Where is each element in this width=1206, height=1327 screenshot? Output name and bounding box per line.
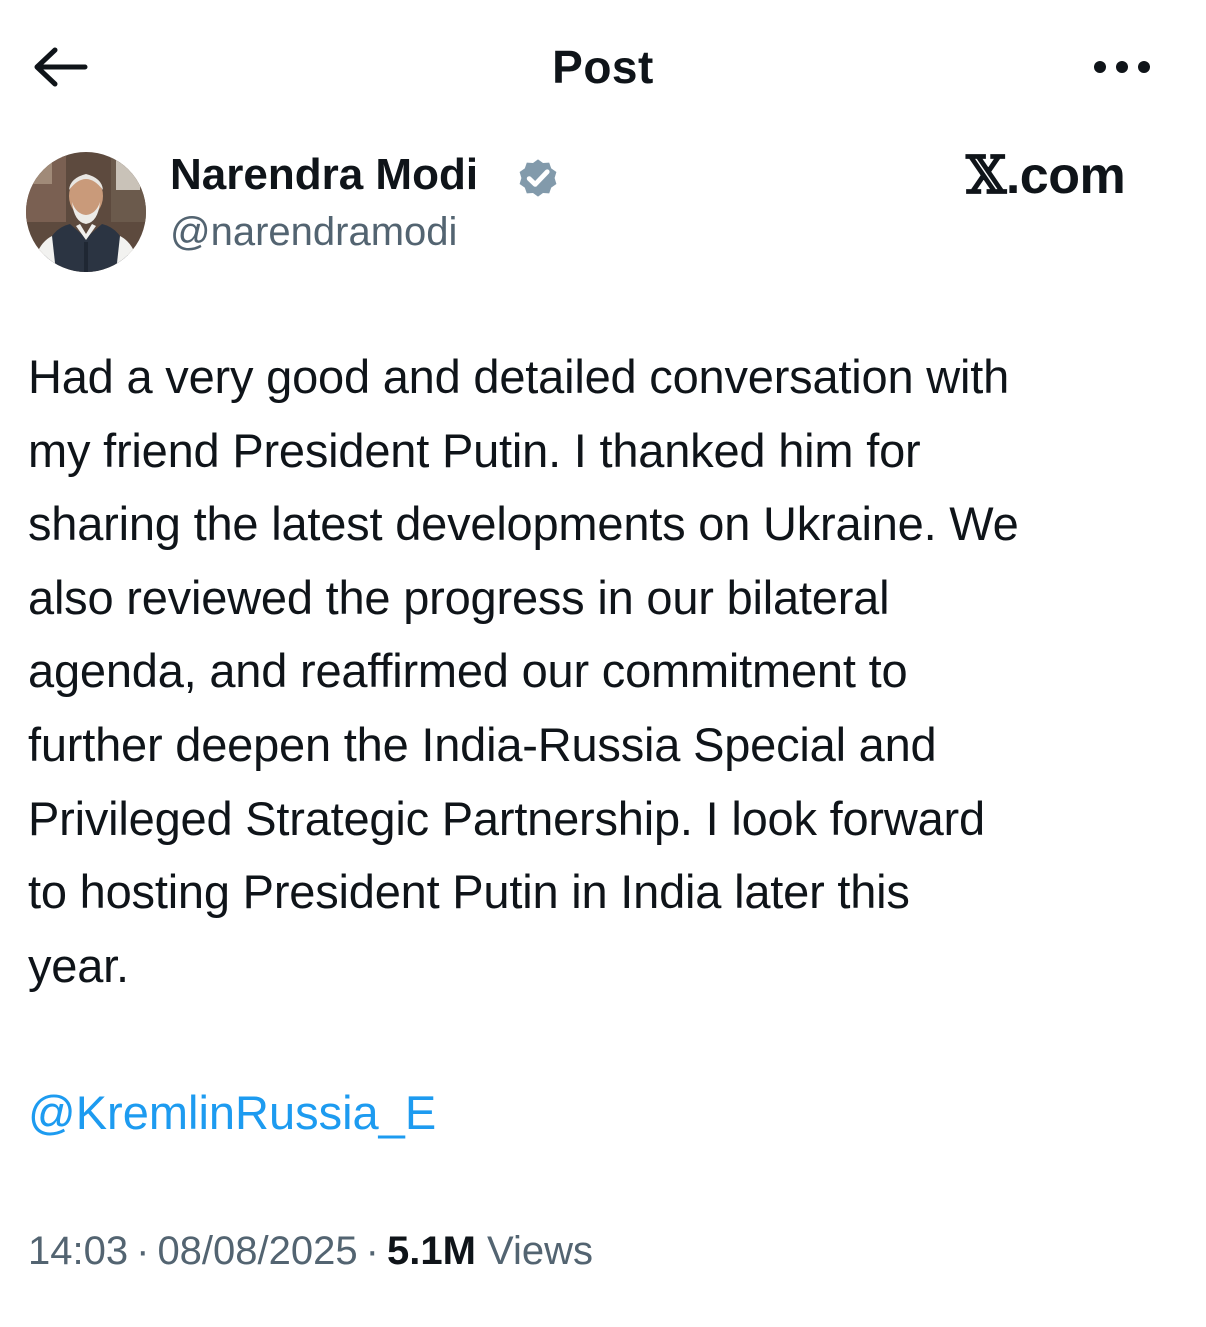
x-com-watermark: 𝕏.com [966,145,1126,206]
more-horizontal-icon [1094,61,1150,73]
more-button[interactable] [1086,44,1158,90]
avatar[interactable] [26,152,146,272]
post-date[interactable]: 08/08/2025 [157,1229,357,1273]
profile-photo [26,152,146,272]
mention-link[interactable]: @KremlinRussia_E [28,1076,436,1150]
watermark-suffix: .com [1005,147,1126,205]
page-title: Post [552,41,654,93]
post-time[interactable]: 14:03 [28,1229,128,1273]
post-metadata: 14:03 · 08/08/2025 · 5.1M Views [28,1224,593,1278]
separator-dot: · [365,1229,379,1273]
author-handle[interactable]: @narendramodi [170,206,457,258]
post-text: Had a very good and detailed conversatio… [28,350,1019,992]
top-bar: Post [0,0,1206,134]
verified-badge-icon [519,159,557,197]
x-logo-icon: 𝕏 [966,145,1006,206]
separator-dot: · [136,1229,150,1273]
views-label: Views [487,1229,594,1273]
views-count[interactable]: 5.1M [387,1229,476,1273]
author-name[interactable]: Narendra Modi [170,148,478,202]
author-header: Narendra Modi @narendramodi 𝕏.com [0,140,1206,280]
